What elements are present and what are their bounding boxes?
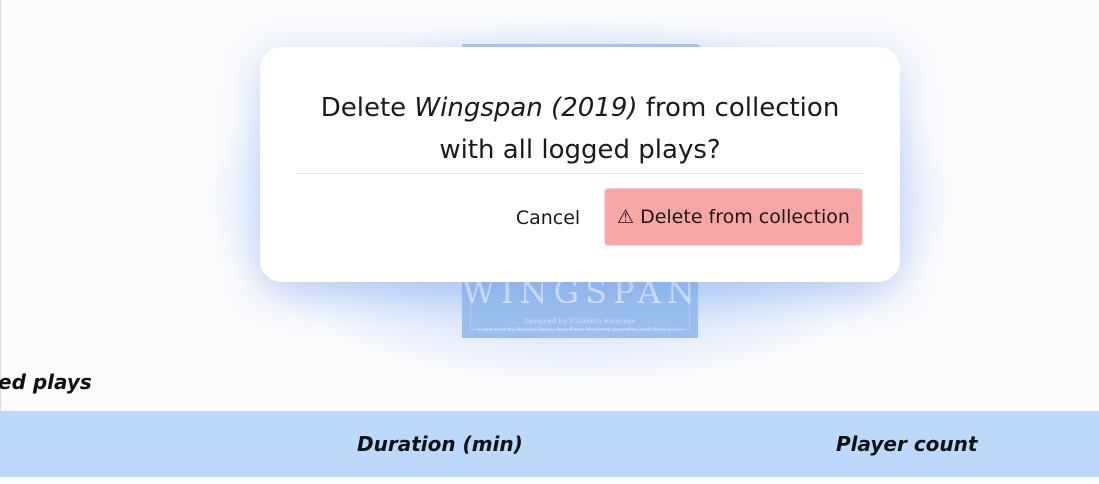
dialog-divider [296, 173, 864, 174]
page: WINGSPAN Designed by Elizabeth Hargrave … [0, 0, 1099, 484]
message-prefix: Delete [320, 93, 415, 123]
game-name: Wingspan (2019) [414, 93, 638, 123]
delete-from-collection-button[interactable]: ⚠ Delete from collection [605, 189, 862, 245]
table-body [0, 477, 1099, 484]
cover-illustrators: Illustrated by Natalia Rojas, Ana Maria … [477, 327, 683, 333]
logged-plays-heading: ed plays [0, 370, 92, 394]
cancel-button[interactable]: Cancel [506, 190, 590, 246]
plays-table-header: Duration (min) Player count [0, 411, 1099, 477]
column-header-duration: Duration (min) [357, 432, 523, 456]
delete-confirmation-dialog: Delete Wingspan (2019) from collection w… [260, 47, 900, 282]
delete-button-label: Delete from collection [640, 206, 850, 228]
dialog-message: Delete Wingspan (2019) from collection w… [296, 87, 864, 171]
column-header-player-count: Player count [836, 432, 978, 456]
cover-designer: Designed by Elizabeth Hargrave [524, 318, 636, 325]
warning-icon: ⚠ [617, 205, 635, 228]
